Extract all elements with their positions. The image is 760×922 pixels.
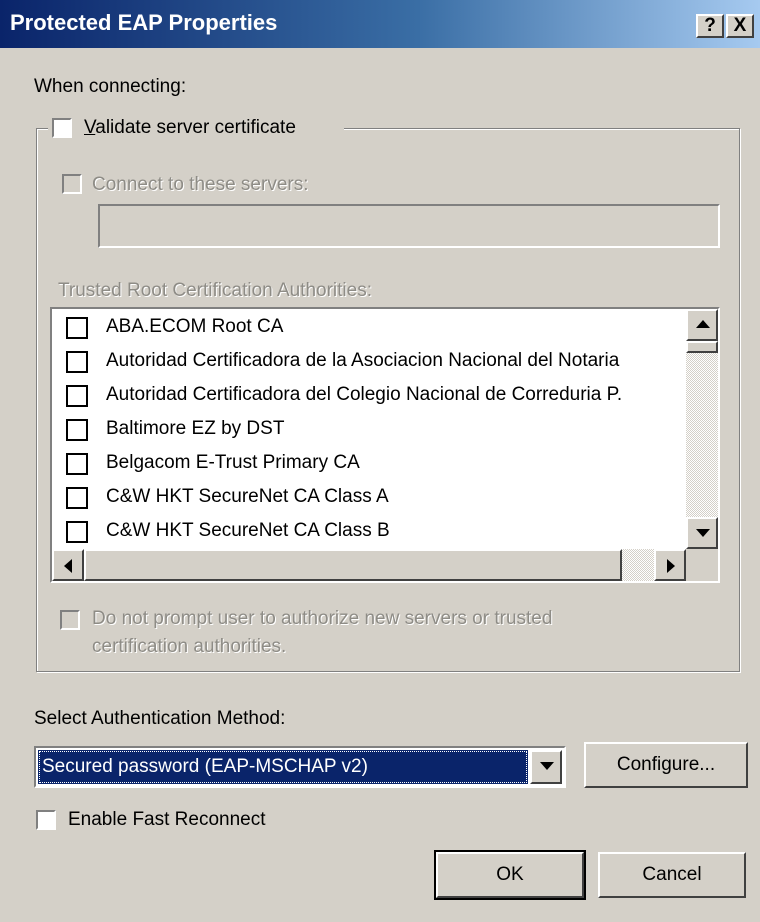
do-not-prompt-label-line1: Do not prompt user to authorize new serv… — [92, 608, 553, 629]
title-bar[interactable]: Protected EAP Properties ? X — [0, 0, 760, 48]
ca-checkbox[interactable] — [66, 317, 88, 339]
scroll-right-button[interactable] — [654, 549, 686, 581]
ca-name: Autoridad Certificadora de la Asociacion… — [106, 350, 620, 371]
servers-input[interactable] — [98, 204, 720, 248]
validate-cert-checkbox[interactable] — [52, 118, 72, 138]
fast-reconnect-label[interactable]: Enable Fast Reconnect — [68, 809, 266, 831]
ca-checkbox[interactable] — [66, 385, 88, 407]
dropdown-button[interactable] — [530, 750, 562, 784]
ca-checkbox[interactable] — [66, 351, 88, 373]
ca-name: C&W HKT SecureNet CA Class B — [106, 520, 390, 541]
scroll-left-button[interactable] — [52, 549, 84, 581]
vertical-scrollbar[interactable] — [686, 309, 718, 549]
auth-method-select[interactable]: Secured password (EAP-MSCHAP v2) — [34, 746, 566, 788]
groupbox-legend: Validate server certificate — [48, 114, 344, 142]
ca-checkbox[interactable] — [66, 419, 88, 441]
scrollbar-corner — [686, 549, 718, 581]
auth-method-value: Secured password (EAP-MSCHAP v2) — [42, 756, 368, 777]
ca-name: C&W HKT SecureNet CA Class A — [106, 486, 389, 507]
horizontal-scroll-thumb[interactable] — [84, 549, 622, 581]
ok-button[interactable]: OK — [434, 850, 586, 900]
do-not-prompt-checkbox[interactable] — [60, 610, 80, 630]
connect-servers-checkbox[interactable] — [62, 174, 82, 194]
scroll-down-button[interactable] — [686, 517, 718, 549]
fast-reconnect-checkbox[interactable] — [36, 810, 56, 830]
ca-checkbox[interactable] — [66, 521, 88, 543]
up-arrow-icon — [696, 320, 710, 328]
when-connecting-label: When connecting: — [34, 76, 187, 97]
scroll-up-button[interactable] — [686, 309, 718, 341]
trusted-root-label: Trusted Root Certification Authorities: — [58, 280, 372, 301]
chevron-down-icon — [540, 762, 554, 770]
configure-button[interactable]: Configure... — [584, 742, 748, 788]
left-arrow-icon — [64, 559, 72, 573]
right-arrow-icon — [667, 559, 675, 573]
auth-method-label: Select Authentication Method: — [34, 708, 286, 729]
ca-listbox[interactable]: ABA.ECOM Root CA Autoridad Certificadora… — [50, 307, 720, 583]
auth-method-selected: Secured password (EAP-MSCHAP v2) — [38, 750, 528, 784]
down-arrow-icon — [696, 529, 710, 537]
validate-cert-label[interactable]: Validate server certificate — [84, 117, 296, 139]
help-button[interactable]: ? — [696, 14, 724, 38]
close-button[interactable]: X — [726, 14, 754, 38]
ca-checkbox[interactable] — [66, 487, 88, 509]
protected-eap-properties-dialog: Protected EAP Properties ? X When connec… — [0, 0, 760, 922]
window-title: Protected EAP Properties — [10, 10, 278, 35]
ca-name: Baltimore EZ by DST — [106, 418, 285, 439]
connect-servers-label: Connect to these servers: — [92, 174, 309, 195]
ca-name: ABA.ECOM Root CA — [106, 316, 284, 337]
ca-checkbox[interactable] — [66, 453, 88, 475]
ca-name: Belgacom E-Trust Primary CA — [106, 452, 360, 473]
horizontal-scrollbar[interactable] — [52, 549, 686, 581]
cancel-button[interactable]: Cancel — [598, 852, 746, 898]
do-not-prompt-label-line2: certification authorities. — [92, 636, 287, 657]
ca-name: Autoridad Certificadora del Colegio Naci… — [106, 384, 623, 405]
vertical-scroll-thumb[interactable] — [686, 341, 718, 353]
